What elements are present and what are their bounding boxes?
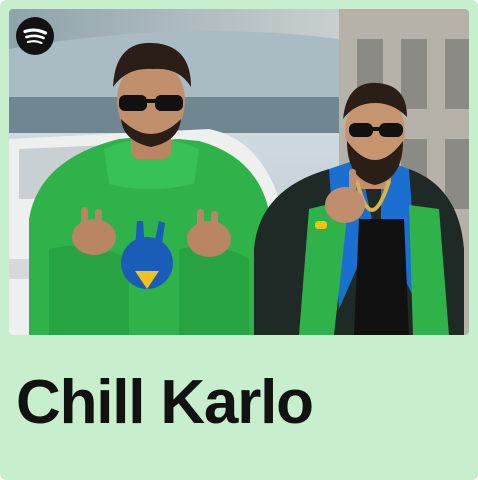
spotify-logo-icon [16,17,54,55]
cover-photo [9,9,469,335]
playlist-cover-card[interactable]: Chill Karlo [0,0,478,480]
playlist-title: Chill Karlo [16,368,314,437]
